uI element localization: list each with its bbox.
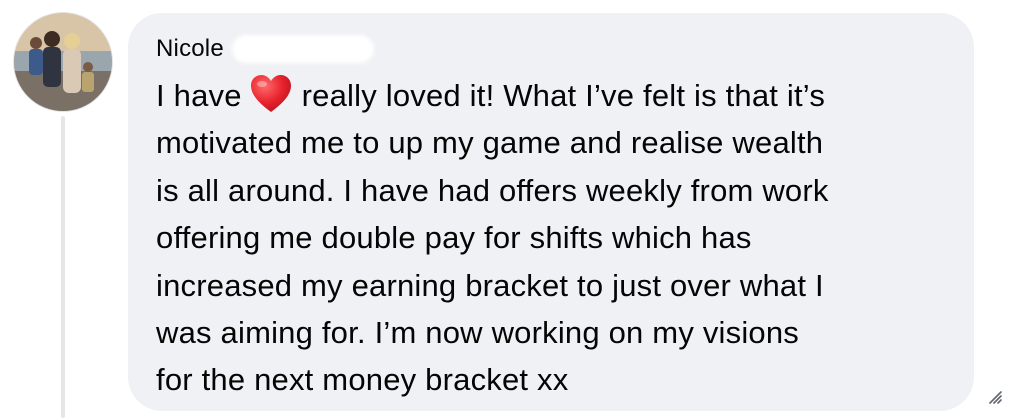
comment-line: motivated me to up my game and realise w… <box>156 125 824 161</box>
comment-line: was aiming for. I’m now working on my vi… <box>156 315 800 351</box>
comment-line: for the next money bracket xx <box>156 362 569 398</box>
comment-screen: Nicole I have really loved it! What I’ve … <box>0 0 1024 418</box>
redacted-surname <box>231 35 374 63</box>
resize-handle-icon[interactable] <box>986 388 1002 404</box>
avatar[interactable] <box>14 13 112 111</box>
thread-line <box>61 116 65 418</box>
comment-line: offering me double pay for shifts which … <box>156 220 752 256</box>
comment-text-start: I have <box>156 78 242 113</box>
heart-emoji-icon <box>250 74 292 114</box>
author-row: Nicole <box>156 32 374 66</box>
comment-text: I have really loved it! What I’ve felt is… <box>156 72 956 404</box>
comment-line: is all around. I have had offers weekly … <box>156 172 829 208</box>
comment-line: I have really loved it! What I’ve felt is… <box>156 72 956 119</box>
comment-line: increased my earning bracket to just ove… <box>156 267 824 303</box>
comment-text-continued: really loved it! What I’ve felt is that … <box>301 78 826 113</box>
profile-photo <box>14 13 112 111</box>
author-name[interactable]: Nicole <box>156 35 224 63</box>
